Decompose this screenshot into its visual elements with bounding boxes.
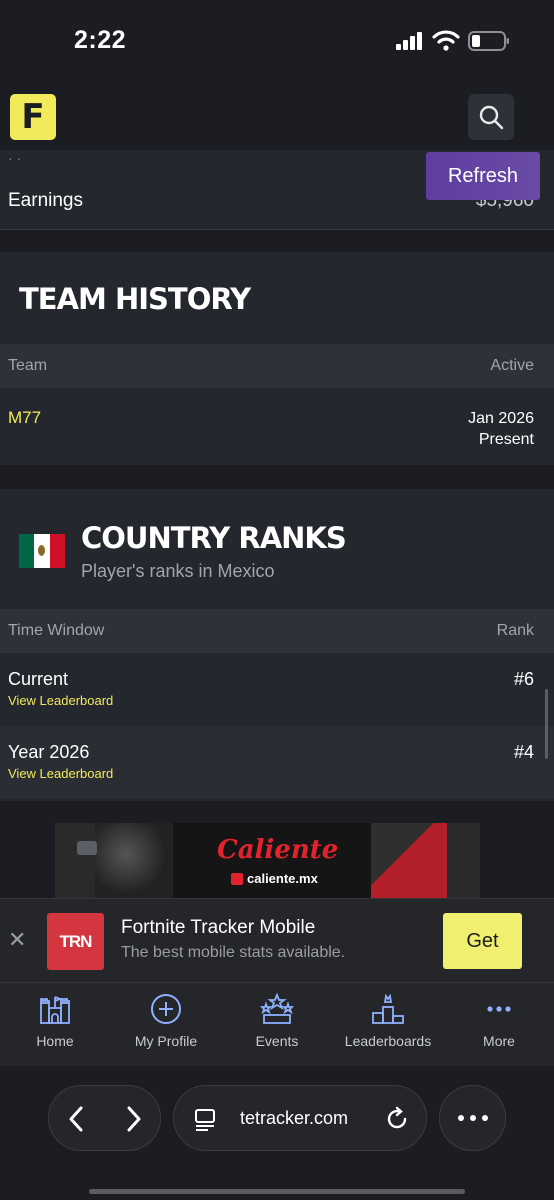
flag-stripe-white <box>34 534 50 568</box>
bottom-nav: Home My Profile Events Leaderboards More <box>0 982 554 1066</box>
ad-image-right <box>371 823 447 901</box>
home-indicator[interactable] <box>89 1189 465 1194</box>
faded-stat-text: · · <box>8 150 22 166</box>
team-link[interactable]: M77 <box>8 408 41 428</box>
nav-events[interactable]: Events <box>222 993 332 1049</box>
status-bar: 2:22 <box>0 0 554 84</box>
team-column-header: Team <box>8 357 48 374</box>
url-text: tetracker.com <box>240 1108 349 1128</box>
trn-app-logo: TRN <box>47 913 104 970</box>
flag-stripe-red <box>49 534 65 568</box>
ad-url-icon <box>231 873 243 885</box>
battery-icon <box>468 31 509 51</box>
team-table-header: Team Active <box>0 344 554 388</box>
nav-home[interactable]: Home <box>0 993 110 1049</box>
podium-icon <box>372 993 404 1024</box>
caliente-ad-banner[interactable]: Caliente caliente.mx <box>55 823 480 901</box>
browser-nav-buttons <box>48 1085 161 1151</box>
mexico-flag-icon <box>19 534 65 568</box>
rank-value: #6 <box>513 669 534 689</box>
flag-emblem-icon <box>38 545 46 556</box>
nav-more[interactable]: More <box>444 993 554 1049</box>
wifi-icon <box>432 30 460 51</box>
team-date-start: Jan 2026 <box>468 410 534 427</box>
rank-row-year: Year 2026 View Leaderboard #4 <box>0 726 554 799</box>
active-column-header: Active <box>490 357 534 374</box>
plus-circle-icon <box>151 994 181 1024</box>
reader-menu-icon[interactable] <box>194 1108 218 1132</box>
page-scrollbar[interactable] <box>545 689 548 759</box>
ad-image-left <box>95 823 173 901</box>
team-date-end: Present <box>478 431 534 448</box>
search-button[interactable] <box>468 94 514 140</box>
events-trophy-icon <box>260 993 294 1024</box>
earnings-label: Earnings <box>8 190 83 211</box>
ad-info-icon[interactable] <box>77 841 97 855</box>
more-dots-icon <box>487 1006 511 1012</box>
team-history-title: TEAM HISTORY <box>19 282 251 316</box>
reload-icon[interactable] <box>384 1106 410 1132</box>
search-icon <box>479 105 504 130</box>
nav-more-label: More <box>483 1033 515 1049</box>
back-chevron-icon[interactable] <box>65 1105 87 1133</box>
castle-icon <box>40 996 70 1024</box>
rank-column-header: Rank <box>496 622 534 639</box>
country-ranks-title: COUNTRY RANKS <box>81 521 347 555</box>
forward-chevron-icon[interactable] <box>123 1105 145 1133</box>
country-ranks-subtitle: Player's ranks in Mexico <box>81 561 275 581</box>
refresh-button[interactable]: Refresh <box>426 152 540 200</box>
flag-stripe-green <box>19 534 35 568</box>
time-window-column-header: Time Window <box>8 622 105 639</box>
status-time: 2:22 <box>74 26 127 54</box>
rank-row-label: Current <box>8 669 69 689</box>
ellipsis-icon <box>458 1115 488 1121</box>
ad-area: Caliente caliente.mx <box>0 801 554 901</box>
nav-home-label: Home <box>36 1033 74 1049</box>
nav-my-profile[interactable]: My Profile <box>111 993 221 1049</box>
ranks-table-header: Time Window Rank <box>0 609 554 653</box>
rank-value: #4 <box>513 742 534 762</box>
browser-toolbar: tetracker.com <box>0 1066 554 1200</box>
app-header: F <box>0 84 554 154</box>
rank-row-label: Year 2026 <box>8 742 90 762</box>
nav-leaderboards-label: Leaderboards <box>344 1033 432 1049</box>
country-ranks-section: COUNTRY RANKS Player's ranks in Mexico T… <box>0 489 554 801</box>
get-app-button[interactable]: Get <box>443 913 522 969</box>
view-leaderboard-link[interactable]: View Leaderboard <box>8 693 113 708</box>
team-active-dates: Jan 2026 Present <box>468 408 534 450</box>
address-bar[interactable]: tetracker.com <box>173 1085 427 1151</box>
view-leaderboard-link[interactable]: View Leaderboard <box>8 766 113 781</box>
nav-profile-label: My Profile <box>134 1033 198 1049</box>
cellular-signal-icon <box>396 32 422 50</box>
promo-subtitle: The best mobile stats available. <box>121 944 346 961</box>
fortnite-logo[interactable]: F <box>10 94 56 140</box>
ad-brand-logo: Caliente <box>217 835 339 865</box>
team-history-section: TEAM HISTORY Team Active M77 Jan 2026 Pr… <box>0 252 554 465</box>
nav-events-label: Events <box>255 1033 299 1049</box>
rank-row-current: Current View Leaderboard #6 <box>0 653 554 726</box>
app-promo-banner: ✕ TRN Fortnite Tracker Mobile The best m… <box>0 898 554 982</box>
nav-leaderboards[interactable]: Leaderboards <box>333 993 443 1049</box>
close-icon[interactable]: ✕ <box>8 927 26 953</box>
browser-more-button[interactable] <box>439 1085 506 1151</box>
promo-title: Fortnite Tracker Mobile <box>121 917 316 938</box>
ad-url-text: caliente.mx <box>247 871 318 886</box>
